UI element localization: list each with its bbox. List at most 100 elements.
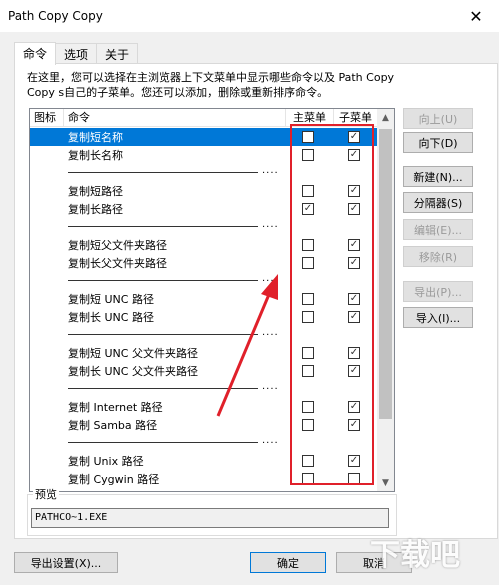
main-menu-checkbox[interactable] [302, 455, 314, 467]
scroll-up-icon[interactable]: ▲ [377, 109, 394, 126]
submenu-checkbox[interactable]: ✓ [348, 185, 360, 197]
command-row[interactable]: 复制长 UNC 父文件夹路径 ✓ [30, 362, 378, 380]
header-main-menu[interactable]: 主菜单 [286, 109, 334, 126]
command-name: 复制 Samba 路径 [68, 419, 158, 432]
export-button[interactable]: 导出(P)... [403, 281, 473, 302]
vertical-scrollbar[interactable]: ▲ ▼ [377, 109, 394, 491]
separator-row[interactable]: .... [30, 434, 378, 452]
export-settings-button[interactable]: 导出设置(X)... [14, 552, 118, 573]
tab-options[interactable]: 选项 [55, 43, 98, 64]
separator-line [68, 280, 258, 281]
list-rows: 复制短名称 ✓ 复制长名称 ✓.... 复制短路径 ✓ 复制长路径 ✓ ✓.... 复制短父文件夹… [30, 128, 378, 488]
separator-line [68, 226, 258, 227]
edit-button[interactable]: 编辑(E)... [403, 219, 473, 240]
command-row[interactable]: 复制 Unix 路径 ✓ [30, 452, 378, 470]
submenu-checkbox[interactable]: ✓ [348, 239, 360, 251]
separator-row[interactable]: .... [30, 164, 378, 182]
command-row[interactable]: 复制短 UNC 父文件夹路径 ✓ [30, 344, 378, 362]
command-name: 复制长名称 [68, 149, 123, 162]
main-menu-checkbox[interactable] [302, 293, 314, 305]
tab-strip: 命令 选项 关于 [14, 42, 139, 65]
command-name: 复制长 UNC 父文件夹路径 [68, 365, 198, 378]
preview-field: PATHCO~1.EXE [31, 508, 389, 528]
submenu-checkbox[interactable] [348, 473, 360, 485]
separator-row[interactable]: .... [30, 380, 378, 398]
separator-dots: .... [262, 435, 279, 446]
command-row[interactable]: 复制长名称 ✓ [30, 146, 378, 164]
main-menu-checkbox[interactable] [302, 257, 314, 269]
main-menu-checkbox[interactable] [302, 419, 314, 431]
commands-list[interactable]: 图标 命令 主菜单 子菜单 复制短名称 ✓ 复制长名称 ✓.... 复制短路径 ✓ 复制长路… [29, 108, 395, 492]
scroll-down-icon[interactable]: ▼ [377, 474, 394, 491]
import-button[interactable]: 导入(I)... [403, 307, 473, 328]
command-name: 复制 Cygwin 路径 [68, 473, 160, 486]
command-row[interactable]: 复制 Samba 路径 ✓ [30, 416, 378, 434]
command-row[interactable]: 复制长父文件夹路径 ✓ [30, 254, 378, 272]
separator-line [68, 388, 258, 389]
header-submenu[interactable]: 子菜单 [334, 109, 378, 126]
header-icon[interactable]: 图标 [30, 109, 64, 126]
command-row[interactable]: 复制短父文件夹路径 ✓ [30, 236, 378, 254]
separator-dots: .... [262, 273, 279, 284]
separator-button[interactable]: 分隔器(S) [403, 192, 473, 213]
panel-description: 在这里，您可以选择在主浏览器上下文菜单中显示哪些命令以及 Path Copy C… [27, 71, 395, 99]
move-up-button[interactable]: 向上(U) [403, 108, 473, 129]
command-row[interactable]: 复制长路径 ✓ ✓ [30, 200, 378, 218]
submenu-checkbox[interactable]: ✓ [348, 293, 360, 305]
main-menu-checkbox[interactable] [302, 401, 314, 413]
command-name: 复制短 UNC 路径 [68, 293, 154, 306]
main-menu-checkbox[interactable] [302, 347, 314, 359]
command-row[interactable]: 复制短 UNC 路径 ✓ [30, 290, 378, 308]
command-name: 复制 Internet 路径 [68, 401, 163, 414]
separator-line [68, 172, 258, 173]
commands-panel: 在这里，您可以选择在主浏览器上下文菜单中显示哪些命令以及 Path Copy C… [14, 63, 498, 539]
tab-about[interactable]: 关于 [96, 43, 139, 64]
submenu-checkbox[interactable]: ✓ [348, 257, 360, 269]
main-menu-checkbox[interactable] [302, 185, 314, 197]
command-row[interactable]: 复制 Internet 路径 ✓ [30, 398, 378, 416]
new-button[interactable]: 新建(N)... [403, 166, 473, 187]
tab-commands[interactable]: 命令 [14, 42, 57, 65]
list-header: 图标 命令 主菜单 子菜单 [30, 109, 394, 127]
command-name: 复制短路径 [68, 185, 123, 198]
main-menu-checkbox[interactable] [302, 149, 314, 161]
remove-button[interactable]: 移除(R) [403, 246, 473, 267]
watermark-text: 下载吧 [370, 538, 460, 573]
separator-row[interactable]: .... [30, 272, 378, 290]
submenu-checkbox[interactable]: ✓ [348, 401, 360, 413]
submenu-checkbox[interactable]: ✓ [348, 455, 360, 467]
main-menu-checkbox[interactable] [302, 239, 314, 251]
main-menu-checkbox[interactable] [302, 311, 314, 323]
submenu-checkbox[interactable]: ✓ [348, 149, 360, 161]
close-icon[interactable]: ✕ [453, 0, 499, 32]
submenu-checkbox[interactable]: ✓ [348, 131, 360, 143]
separator-row[interactable]: .... [30, 326, 378, 344]
separator-dots: .... [262, 381, 279, 392]
main-menu-checkbox[interactable] [302, 131, 314, 143]
main-menu-checkbox[interactable] [302, 365, 314, 377]
submenu-checkbox[interactable]: ✓ [348, 311, 360, 323]
separator-row[interactable]: .... [30, 218, 378, 236]
command-row[interactable]: 复制长 UNC 路径 ✓ [30, 308, 378, 326]
ok-button[interactable]: 确定 [250, 552, 326, 573]
command-name: 复制长路径 [68, 203, 123, 216]
separator-dots: .... [262, 219, 279, 230]
scroll-thumb[interactable] [379, 129, 392, 419]
command-row[interactable]: 复制短路径 ✓ [30, 182, 378, 200]
submenu-checkbox[interactable]: ✓ [348, 347, 360, 359]
command-row[interactable]: 复制短名称 ✓ [30, 128, 378, 146]
command-name: 复制长 UNC 路径 [68, 311, 154, 324]
watermark-logo: 下载吧 [370, 530, 460, 574]
submenu-checkbox[interactable]: ✓ [348, 203, 360, 215]
main-menu-checkbox[interactable] [302, 473, 314, 485]
submenu-checkbox[interactable]: ✓ [348, 365, 360, 377]
header-command[interactable]: 命令 [64, 109, 286, 126]
main-menu-checkbox[interactable]: ✓ [302, 203, 314, 215]
window-title: Path Copy Copy [8, 9, 103, 23]
submenu-checkbox[interactable]: ✓ [348, 419, 360, 431]
command-name: 复制长父文件夹路径 [68, 257, 167, 270]
separator-dots: .... [262, 165, 279, 176]
move-down-button[interactable]: 向下(D) [403, 132, 473, 153]
command-row[interactable]: 复制 Cygwin 路径 [30, 470, 378, 488]
preview-label: 预览 [33, 486, 59, 502]
